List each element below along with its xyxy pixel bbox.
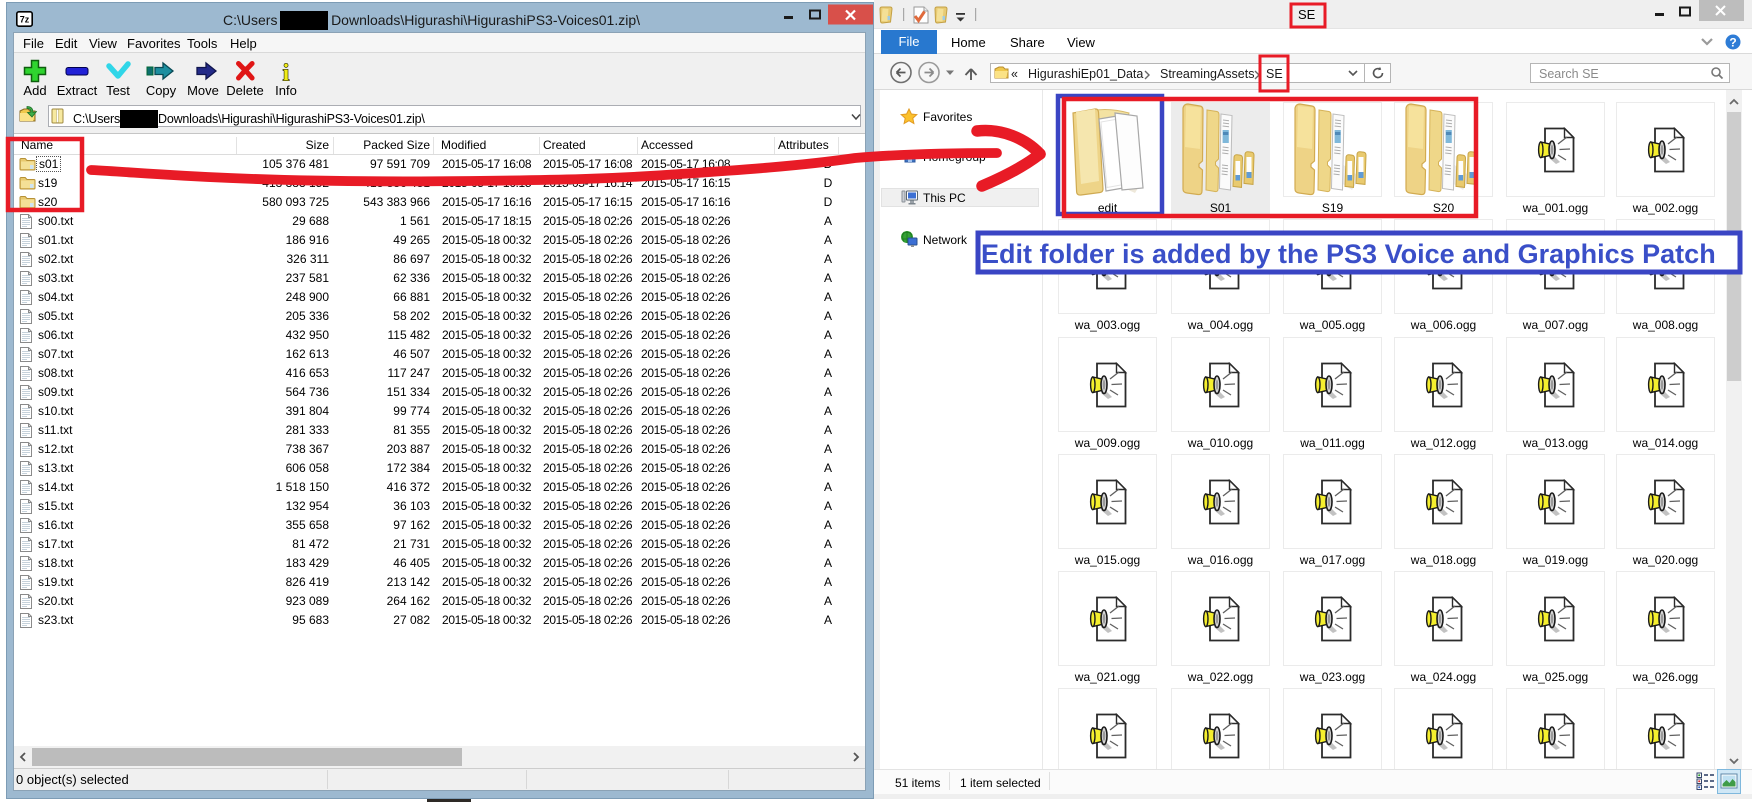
svg-text:Edit folder is added by the PS: Edit folder is added by the PS3 Voice an…: [981, 239, 1716, 269]
